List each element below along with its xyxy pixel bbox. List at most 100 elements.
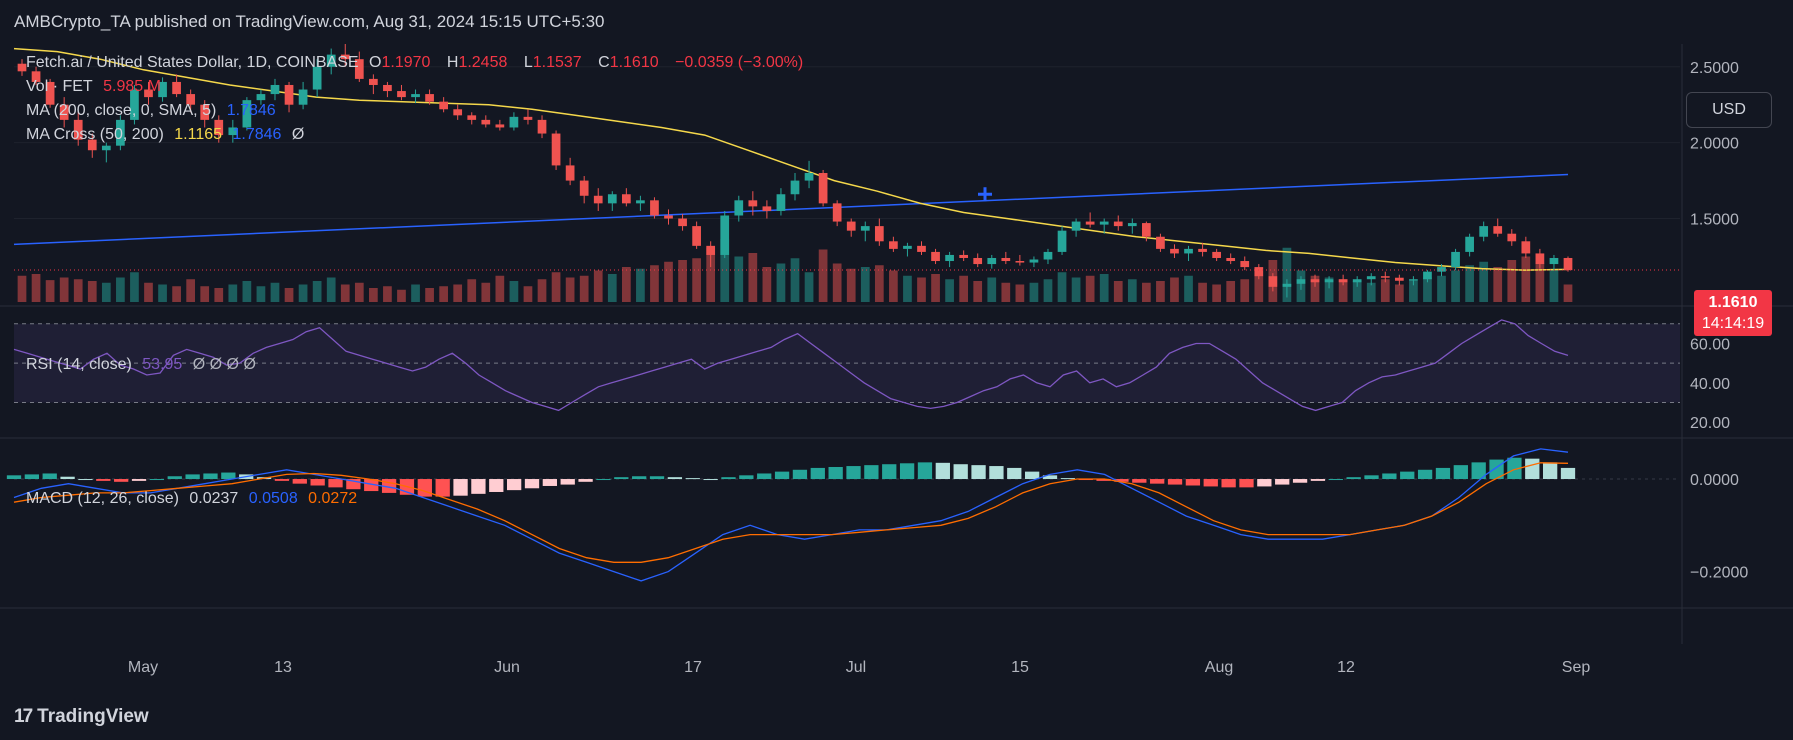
candle-body: [1493, 226, 1503, 234]
macd-histogram-bar: [471, 479, 486, 494]
candle-body: [1437, 267, 1446, 272]
macd-value: 0.0237: [189, 490, 239, 507]
candle-body: [650, 200, 659, 216]
candle-body: [931, 251, 940, 262]
macd-histogram-bar: [864, 465, 879, 480]
macd-histogram-bar: [274, 479, 290, 481]
price-tick-label: 2.0000: [1690, 136, 1739, 153]
candle-body: [551, 133, 561, 166]
candle-body: [1451, 251, 1460, 268]
volume-bar: [790, 258, 800, 302]
time-tick-label: Sep: [1562, 659, 1591, 676]
candle-body: [636, 200, 645, 204]
volume-bar: [1001, 282, 1011, 302]
macd-histogram-bar: [935, 462, 950, 480]
hist-value: 0.0272: [308, 490, 358, 507]
volume-bar: [144, 282, 153, 302]
candle-body: [579, 180, 589, 196]
volume-legend[interactable]: Vol · FET 5.985 M: [26, 78, 167, 96]
volume-bar: [284, 288, 294, 302]
volume-bar: [860, 267, 870, 302]
macd-histogram-bar: [131, 479, 147, 481]
rsi-legend[interactable]: RSI (14, close) 53.95 Ø Ø Ø Ø: [26, 356, 262, 374]
volume-bar: [101, 282, 111, 302]
macd-histogram-bar: [757, 473, 772, 480]
time-tick-label: Jul: [846, 659, 866, 676]
candle-body: [804, 173, 814, 181]
macd-histogram-bar: [167, 476, 182, 480]
volume-bar: [1437, 275, 1446, 302]
macd-histogram-bar: [1560, 467, 1576, 480]
volume-bar: [1254, 275, 1264, 302]
time-tick-label: 15: [1011, 659, 1029, 676]
candle-body: [846, 221, 856, 231]
volume-bar: [1071, 277, 1081, 302]
high-label: H: [446, 54, 459, 71]
low-value: 1.1537: [532, 54, 582, 71]
candle-body: [1268, 276, 1278, 287]
macd-histogram-bar: [542, 479, 558, 486]
macd-histogram-bar: [578, 479, 593, 482]
tradingview-logo[interactable]: 17 TradingView: [14, 706, 149, 728]
candle-body: [664, 215, 673, 219]
candle-body: [1212, 251, 1221, 258]
macd-histogram-bar: [1453, 465, 1468, 480]
candle-body: [1352, 279, 1362, 283]
macd-histogram-bar: [774, 471, 790, 480]
currency-button[interactable]: USD: [1686, 92, 1772, 128]
macd-histogram-bar: [1292, 479, 1308, 483]
volume-bar: [1521, 256, 1531, 302]
volume-bar: [369, 288, 378, 302]
volume-bar: [931, 274, 940, 302]
macd-histogram-bar: [1328, 479, 1343, 481]
candle-body: [607, 194, 617, 204]
candle-body: [1254, 267, 1264, 277]
ma-cross-label: MA Cross (50, 200): [26, 126, 164, 143]
candle-body: [678, 218, 687, 227]
volume-bar: [846, 268, 856, 302]
macd-histogram-bar: [596, 479, 611, 481]
macd-histogram-bar: [1221, 479, 1236, 488]
volume-bar: [1380, 279, 1390, 302]
macd-histogram-bar: [828, 466, 843, 480]
macd-histogram-bar: [1346, 477, 1361, 480]
volume-bar: [383, 286, 392, 302]
macd-histogram-bar: [703, 479, 718, 481]
volume-bar: [326, 277, 336, 302]
ma-cross-legend[interactable]: MA Cross (50, 200) 1.1165 1.7846 Ø: [26, 126, 310, 144]
volume-bar: [1465, 265, 1474, 302]
candle-body: [1310, 279, 1320, 283]
symbol-legend: Fetch.ai / United States Dollar, 1D, COI…: [26, 54, 809, 72]
volume-bar: [340, 284, 350, 302]
volume-bar: [17, 275, 27, 302]
volume-bar: [439, 286, 448, 302]
volume-bar: [664, 261, 673, 302]
volume-bar: [1240, 279, 1250, 302]
macd-histogram-bar: [989, 466, 1004, 480]
macd-histogram-bar: [1185, 479, 1201, 486]
ma-cross-fast: 1.1165: [174, 126, 223, 143]
candle-body: [1535, 253, 1545, 265]
candle-body: [1015, 261, 1025, 263]
candle-body: [1029, 259, 1039, 263]
price-tick-label: 1.5000: [1690, 212, 1739, 229]
rsi-extra: Ø Ø Ø Ø: [192, 356, 256, 373]
volume-bar: [636, 268, 645, 302]
candle-body: [1001, 257, 1011, 262]
last-price-value: 1.1610: [1708, 294, 1758, 311]
candle-body: [453, 109, 463, 116]
symbol-title[interactable]: Fetch.ai / United States Dollar, 1D, COI…: [26, 54, 359, 71]
candle-body: [481, 119, 491, 125]
macd-histogram-bar: [203, 473, 218, 480]
macd-histogram-bar: [1382, 473, 1397, 480]
ma-legend[interactable]: MA (200, close, 0, SMA, 5) 1.7846: [26, 102, 282, 120]
macd-histogram-bar: [1150, 479, 1165, 484]
chart-area[interactable]: 2.5000 2.0000 1.5000 60.00 40.00 20.00 0.0000 −…: [0, 44, 1793, 686]
macd-histogram-bar: [292, 479, 307, 484]
candle-body: [1423, 271, 1432, 280]
candle-body: [1465, 236, 1474, 252]
candle-body: [706, 245, 716, 255]
macd-histogram-bar: [721, 477, 736, 480]
candle-body: [270, 84, 280, 95]
macd-legend[interactable]: MACD (12, 26, close) 0.0237 0.0508 0.027…: [26, 490, 363, 508]
